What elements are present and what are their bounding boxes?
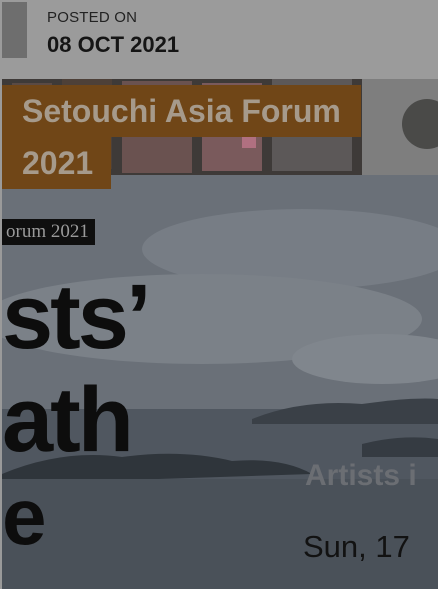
post-meta-header: POSTED ON 08 OCT 2021 <box>0 0 438 79</box>
poster-headline-line1: sts’ <box>2 266 152 368</box>
poster-artists-text: Artists i <box>305 459 417 492</box>
posted-on-label: POSTED ON <box>47 9 138 26</box>
posted-date: 08 OCT 2021 <box>47 32 180 57</box>
post-title-link[interactable]: Setouchi Asia Forum 2021 <box>2 85 361 189</box>
poster-headline-line3: e <box>2 472 46 561</box>
date-accent-bar <box>2 2 27 58</box>
post-title-line2[interactable]: 2021 <box>2 137 112 189</box>
poster-forum-tag: orum 2021 <box>2 219 95 245</box>
post-title-line1[interactable]: Setouchi Asia Forum <box>2 85 361 137</box>
poster-headline-line2: ath <box>2 369 134 471</box>
poster-date-text: Sun, 17 <box>303 529 410 564</box>
